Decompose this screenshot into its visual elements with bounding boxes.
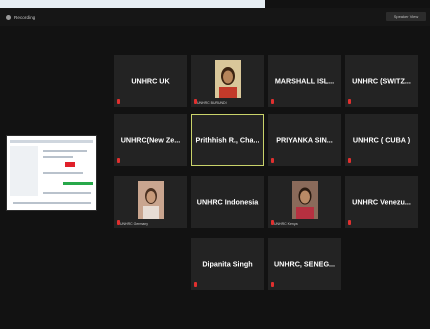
participant-video [214, 60, 241, 98]
mic-muted-icon [348, 99, 351, 104]
mic-muted-icon [117, 99, 120, 104]
shared-sidebar [10, 146, 38, 196]
participant-name: Dipanita Singh [202, 259, 253, 269]
mic-muted-icon [271, 158, 274, 163]
shared-red-button [65, 162, 75, 167]
mic-muted-icon [194, 282, 197, 287]
shared-screen-thumbnail[interactable] [6, 135, 97, 211]
participant-name: UNHRC, SENEG... [273, 259, 336, 269]
browser-strip [0, 0, 265, 8]
participant-name: UNHRC Venezu... [352, 197, 411, 207]
mic-muted-icon [271, 99, 274, 104]
participant-name: UNHRC UK [131, 76, 170, 86]
participant-label: UNHRC BURUNDI [197, 101, 227, 105]
shared-progress-bar [63, 182, 93, 185]
mic-muted-icon [348, 158, 351, 163]
participant-label: UNHRC Kenya [274, 222, 298, 226]
participant-label: UNHRC Germany [120, 222, 149, 226]
participant-tile[interactable]: MARSHALL ISL... [268, 55, 341, 107]
participant-tile[interactable]: PRIYANKA SIN... [268, 114, 341, 166]
mic-muted-icon [348, 220, 351, 225]
shared-text-line [43, 156, 73, 158]
record-icon [6, 14, 11, 20]
meeting-top-bar [0, 8, 430, 26]
participant-video [137, 181, 164, 219]
shared-toolbar [10, 140, 93, 143]
shared-text-line [43, 172, 83, 174]
participant-name: MARSHALL ISL... [274, 76, 335, 86]
mic-muted-icon [117, 158, 120, 163]
shared-text-line [43, 150, 87, 152]
recording-label: Recording [14, 14, 36, 20]
participant-tile[interactable]: UNHRC(New Ze... [114, 114, 187, 166]
participant-name: PRIYANKA SIN... [276, 135, 333, 145]
participant-name: UNHRC Indonesia [196, 197, 259, 207]
participant-tile-active-speaker[interactable]: Prithhish R., Cha... [191, 114, 264, 166]
participant-name: Prithhish R., Cha... [195, 135, 260, 145]
participant-tile[interactable]: UNHRC Venezu... [345, 176, 418, 228]
participant-tile[interactable]: Dipanita Singh [191, 238, 264, 290]
participant-video [291, 181, 318, 219]
view-toggle-button[interactable]: Speaker View [386, 12, 426, 21]
participant-name: UNHRC (SWITZ... [352, 76, 411, 86]
participant-tile[interactable]: UNHRC (SWITZ... [345, 55, 418, 107]
participant-tile[interactable]: UNHRC, SENEG... [268, 238, 341, 290]
participant-tile[interactable]: UNHRC BURUNDI [191, 55, 264, 107]
participant-name: UNHRC(New Ze... [120, 135, 181, 145]
mic-muted-icon [271, 282, 274, 287]
shared-text-line [13, 202, 91, 204]
participant-tile[interactable]: UNHRC ( CUBA ) [345, 114, 418, 166]
recording-indicator[interactable]: Recording [6, 12, 35, 22]
participant-tile[interactable]: UNHRC UK [114, 55, 187, 107]
shared-text-line [43, 192, 91, 194]
participant-tile[interactable]: UNHRC Indonesia [191, 176, 264, 228]
participant-name: UNHRC ( CUBA ) [352, 135, 411, 145]
participant-tile[interactable]: UNHRC Germany [114, 176, 187, 228]
participant-tile[interactable]: UNHRC Kenya [268, 176, 341, 228]
